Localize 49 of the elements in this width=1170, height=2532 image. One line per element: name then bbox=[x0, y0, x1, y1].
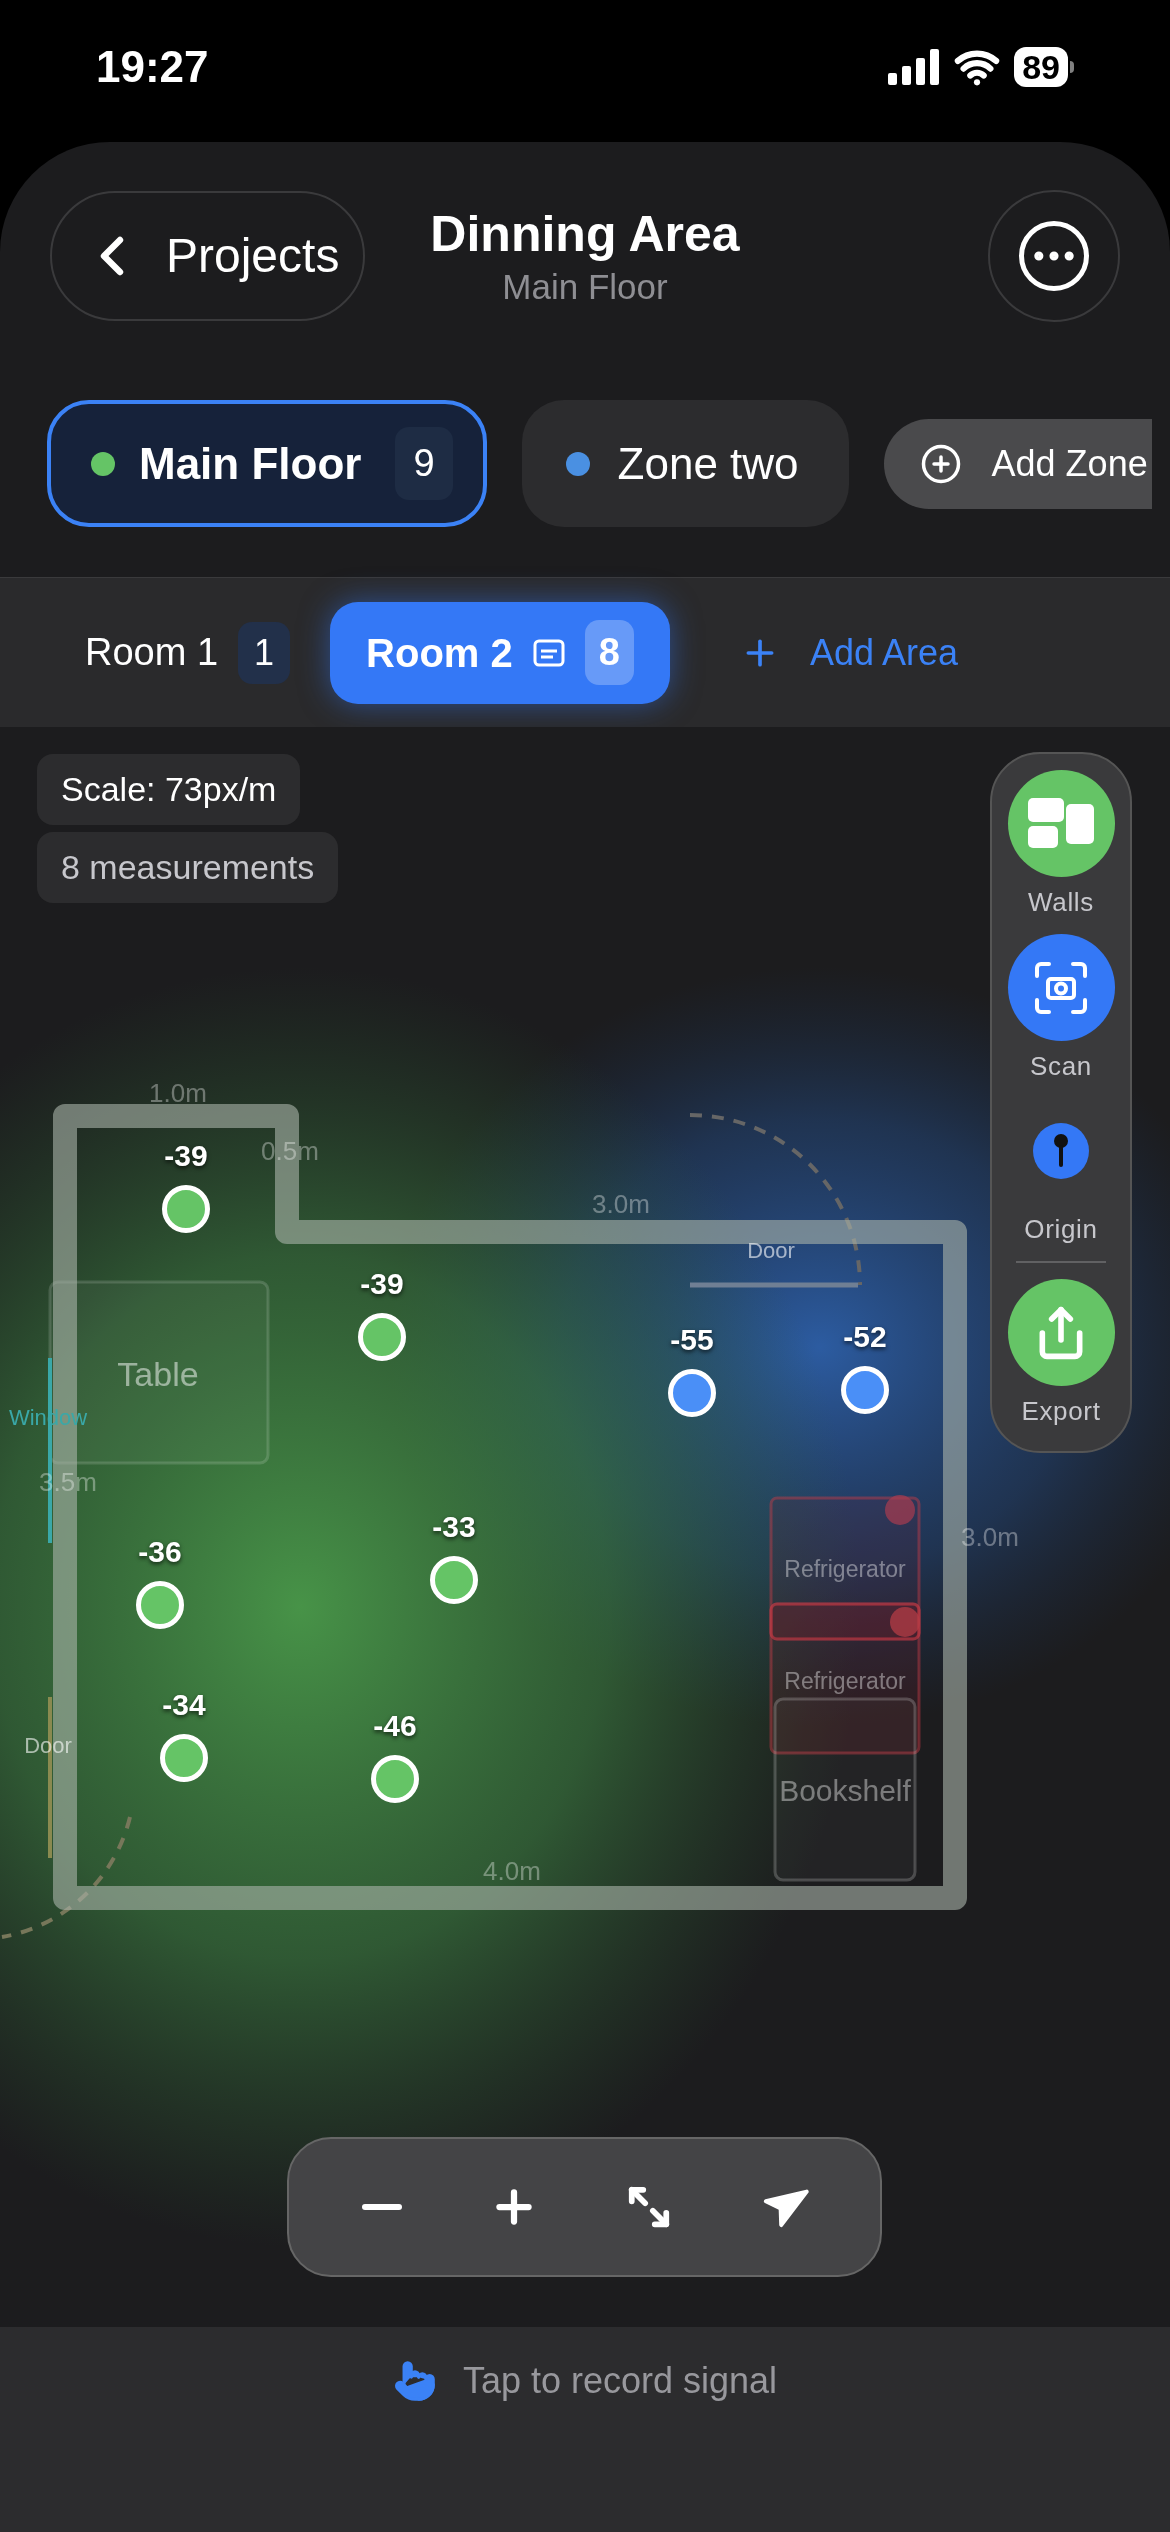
fixture-label: Refrigerator bbox=[784, 1666, 906, 1696]
dimension-label: 4.0m bbox=[483, 1854, 541, 1888]
room-count: 8 bbox=[584, 620, 634, 685]
page-title: Dinning Area bbox=[430, 204, 740, 264]
tool-label: Scan bbox=[1030, 1050, 1092, 1083]
status-time: 19:27 bbox=[96, 41, 209, 93]
tool-label: Origin bbox=[1024, 1213, 1098, 1246]
zone-tab[interactable]: Main Floor 9 bbox=[47, 400, 487, 527]
scale-chip: Scale: 73px/m bbox=[37, 754, 301, 825]
fixture-label: Door bbox=[24, 1731, 72, 1760]
dimension-label: 1.0m bbox=[149, 1076, 207, 1110]
add-circle-icon bbox=[919, 442, 962, 485]
measurement-count-chip: 8 measurements bbox=[37, 832, 339, 903]
zone-tab[interactable]: Zone two bbox=[521, 400, 849, 527]
zone-count: 9 bbox=[395, 427, 453, 500]
battery-level: 89 bbox=[1014, 47, 1068, 87]
more-icon bbox=[1019, 221, 1089, 291]
fixture-label: Door bbox=[747, 1236, 795, 1265]
tool-label: Export bbox=[1021, 1395, 1101, 1428]
signal-value: -39 bbox=[360, 1266, 404, 1302]
back-button[interactable]: Projects bbox=[50, 191, 365, 321]
add-zone-button[interactable]: Add Zone bbox=[883, 418, 1152, 509]
minus-icon bbox=[362, 2204, 403, 2210]
add-area-button[interactable]: Add Area bbox=[739, 625, 959, 680]
camera-scan-icon bbox=[1033, 959, 1089, 1016]
signal-value: -33 bbox=[432, 1509, 476, 1545]
room-count: 1 bbox=[238, 621, 291, 684]
page-subtitle: Main Floor bbox=[502, 266, 668, 309]
pin-icon bbox=[1053, 1133, 1069, 1169]
signal-value: -34 bbox=[162, 1687, 206, 1723]
origin-button[interactable] bbox=[1033, 1123, 1089, 1179]
room-tab[interactable]: Room 1 1 bbox=[85, 601, 291, 704]
dimension-label: 3.5m bbox=[39, 1465, 97, 1499]
fixture-label: Refrigerator bbox=[784, 1554, 906, 1584]
signal-value: -52 bbox=[843, 1319, 887, 1355]
more-button[interactable] bbox=[988, 190, 1120, 322]
room-tab[interactable]: Room 2 8 bbox=[330, 601, 670, 704]
signal-value: -55 bbox=[670, 1322, 714, 1358]
tap-hand-icon bbox=[392, 2359, 437, 2403]
signal-value: -36 bbox=[138, 1534, 182, 1570]
dimension-label: 3.0m bbox=[592, 1187, 650, 1221]
fixture-label: Table bbox=[117, 1353, 199, 1395]
fixture-label: Bookshelf bbox=[779, 1772, 911, 1809]
tool-label: Walls bbox=[1028, 886, 1094, 919]
layout-icon bbox=[1028, 797, 1094, 850]
signal-value: -46 bbox=[373, 1708, 417, 1744]
signal-icon bbox=[888, 49, 941, 85]
record-hint: Tap to record signal bbox=[462, 2359, 778, 2403]
signal-value: -39 bbox=[164, 1138, 208, 1174]
